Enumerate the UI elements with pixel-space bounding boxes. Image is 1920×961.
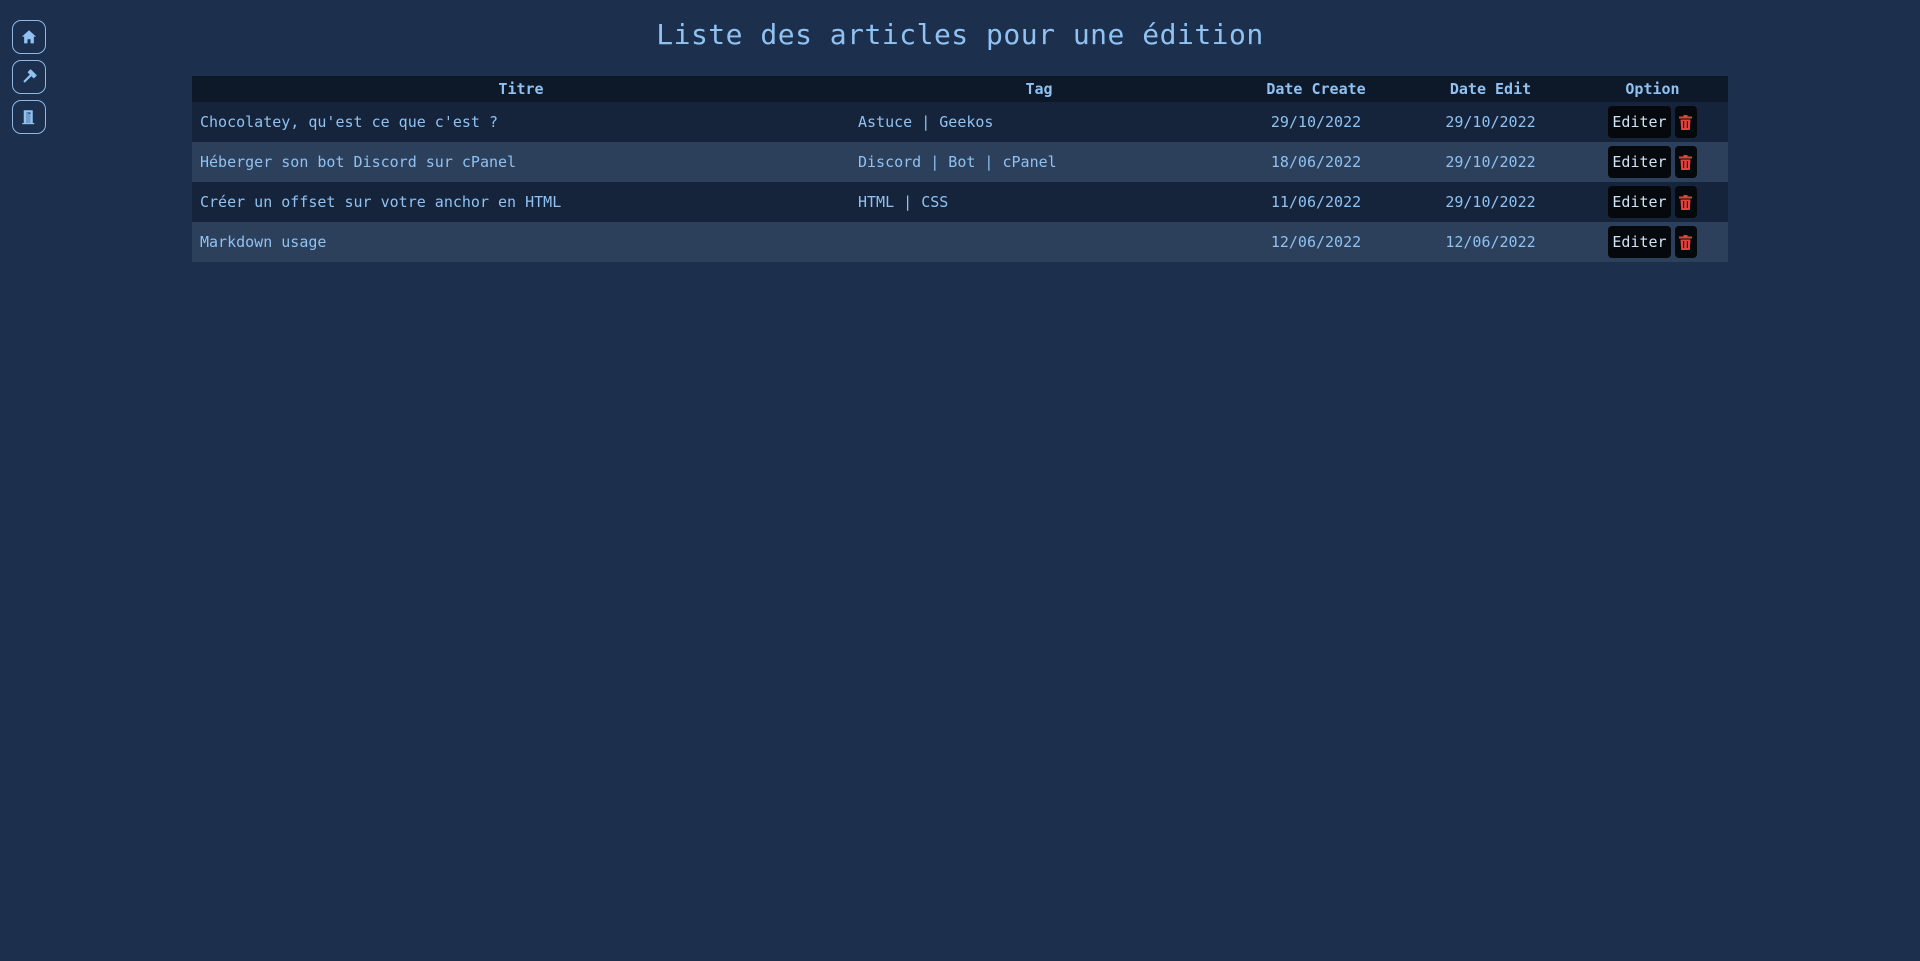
date-edit: 29/10/2022 <box>1445 153 1536 171</box>
articles-table-container: Titre Tag Date Create Date Edit Option C… <box>192 76 1728 262</box>
edit-button[interactable]: Editer <box>1608 146 1671 178</box>
articles-table: Titre Tag Date Create Date Edit Option C… <box>192 76 1728 262</box>
options-cell: Editer <box>1577 222 1728 262</box>
admin-tools-button[interactable] <box>12 60 46 94</box>
logout-button[interactable] <box>12 100 46 134</box>
article-title: Créer un offset sur votre anchor en HTML <box>200 193 562 211</box>
article-title: Chocolatey, qu'est ce que c'est ? <box>200 113 499 131</box>
date-edit: 12/06/2022 <box>1445 233 1536 251</box>
column-header-date-edit: Date Edit <box>1449 80 1532 98</box>
date-create: 29/10/2022 <box>1270 113 1362 131</box>
column-header-option: Option <box>1625 80 1680 98</box>
delete-button[interactable] <box>1674 226 1697 258</box>
trash-icon <box>1679 154 1693 170</box>
row-actions: Editer <box>1608 226 1697 258</box>
edit-button[interactable]: Editer <box>1608 106 1671 138</box>
delete-button[interactable] <box>1674 106 1697 138</box>
options-cell: Editer <box>1577 102 1728 142</box>
article-tags: Discord | Bot | cPanel <box>858 153 1057 171</box>
table-row: Héberger son bot Discord sur cPanel Disc… <box>192 142 1728 182</box>
logout-door-icon <box>22 110 35 125</box>
table-row: Chocolatey, qu'est ce que c'est ? Astuce… <box>192 102 1728 142</box>
table-row: Créer un offset sur votre anchor en HTML… <box>192 182 1728 222</box>
article-title: Markdown usage <box>200 233 327 251</box>
row-actions: Editer <box>1608 186 1697 218</box>
header-row: Titre Tag Date Create Date Edit Option <box>192 76 1728 102</box>
edit-button[interactable]: Editer <box>1608 186 1671 218</box>
page-title: Liste des articles pour une édition <box>656 18 1264 51</box>
date-edit: 29/10/2022 <box>1445 193 1536 211</box>
trash-icon <box>1679 194 1693 210</box>
column-header-title: Titre <box>498 80 544 98</box>
delete-button[interactable] <box>1674 186 1697 218</box>
article-tags: Astuce | Geekos <box>858 113 994 131</box>
delete-button[interactable] <box>1674 146 1697 178</box>
options-cell: Editer <box>1577 142 1728 182</box>
row-actions: Editer <box>1608 146 1697 178</box>
trash-icon <box>1679 114 1693 130</box>
trash-icon <box>1679 234 1693 250</box>
table-header: Titre Tag Date Create Date Edit Option <box>192 76 1728 102</box>
edit-button[interactable]: Editer <box>1608 226 1671 258</box>
options-cell: Editer <box>1577 182 1728 222</box>
table-row: Markdown usage 12/06/2022 12/06/2022 Edi… <box>192 222 1728 262</box>
date-create: 18/06/2022 <box>1270 153 1362 171</box>
table-body: Chocolatey, qu'est ce que c'est ? Astuce… <box>192 102 1728 262</box>
article-title: Héberger son bot Discord sur cPanel <box>200 153 517 171</box>
hammer-icon <box>23 69 37 83</box>
column-header-date-create: Date Create <box>1266 80 1366 98</box>
date-create: 11/06/2022 <box>1270 193 1362 211</box>
date-edit: 29/10/2022 <box>1445 113 1536 131</box>
article-tags <box>850 222 1228 262</box>
row-actions: Editer <box>1608 106 1697 138</box>
date-create: 12/06/2022 <box>1270 233 1362 251</box>
article-tags: HTML | CSS <box>858 193 949 211</box>
column-header-tag: Tag <box>1025 80 1053 98</box>
